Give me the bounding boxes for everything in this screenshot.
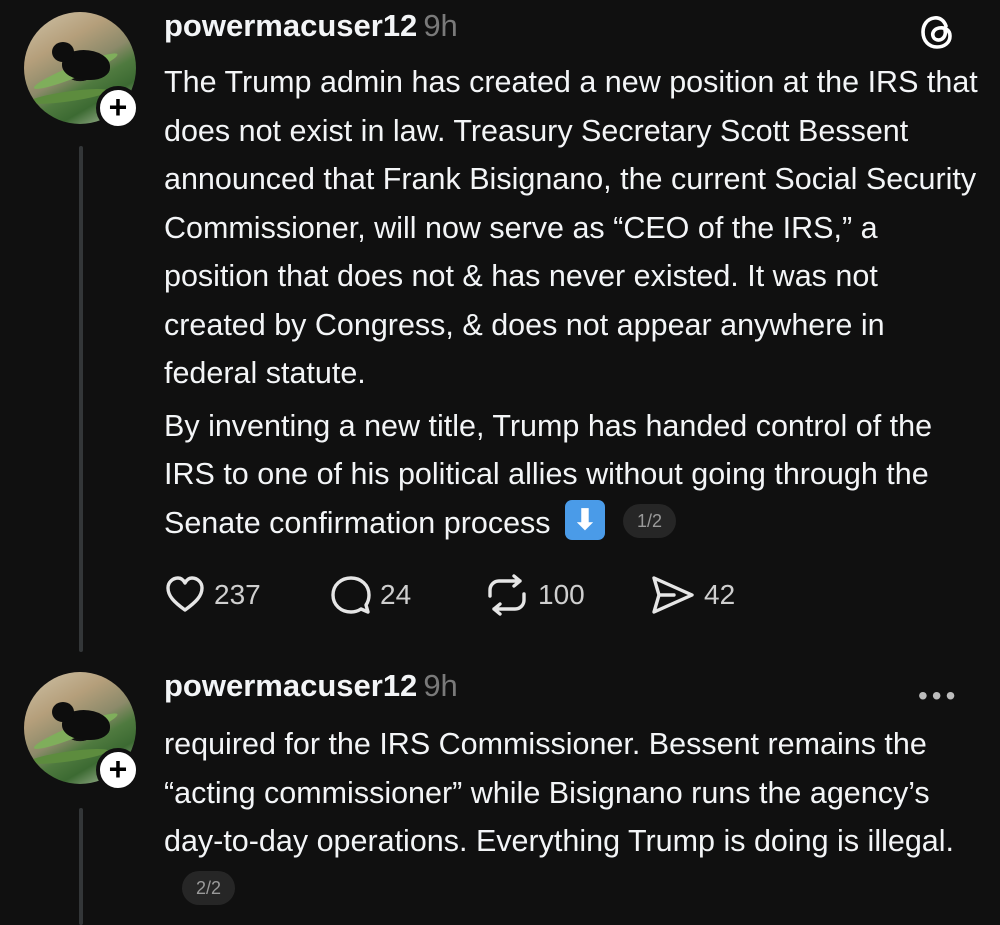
username[interactable]: powermacuser12 [164, 8, 417, 43]
post-paragraph-2: By inventing a new title, Trump has hand… [164, 402, 984, 548]
like-count: 237 [214, 579, 261, 610]
thread-connector-line [79, 146, 83, 652]
follow-plus-icon[interactable]: + [96, 86, 140, 130]
down-arrow-emoji-icon: ⬇ [565, 500, 606, 541]
post-author[interactable]: powermacuser12 9h [164, 668, 458, 704]
share-button[interactable]: 42 [650, 572, 735, 618]
send-icon [652, 576, 694, 614]
post-body: required for the IRS Commissioner. Besse… [164, 720, 984, 914]
post-paragraph-text: required for the IRS Commissioner. Besse… [164, 727, 955, 858]
post-time: 9h [423, 8, 458, 43]
reply-count: 24 [380, 579, 412, 610]
threads-logo-icon[interactable] [916, 10, 960, 54]
post-body: The Trump admin has created a new positi… [164, 58, 984, 547]
username[interactable]: powermacuser12 [164, 668, 417, 703]
post-actions: 237 24 100 42 [164, 572, 864, 618]
thread-post-1: + powermacuser12 9h The Trump admin has c… [0, 0, 1000, 660]
reply-button[interactable]: 24 [330, 572, 411, 618]
repost-button[interactable]: 100 [484, 572, 585, 618]
repost-count: 100 [538, 579, 585, 610]
post-paragraph: The Trump admin has created a new positi… [164, 65, 978, 390]
thread-pager: 1/2 [623, 504, 677, 539]
post-time: 9h [423, 668, 458, 703]
share-count: 42 [704, 579, 736, 610]
thread-connector-line [79, 808, 83, 925]
comment-icon [331, 576, 371, 614]
post-paragraph-text: By inventing a new title, Trump has hand… [164, 408, 933, 540]
like-button[interactable]: 237 [164, 572, 261, 618]
thread-pager: 2/2 [182, 871, 236, 906]
heart-icon [166, 576, 204, 612]
post-author[interactable]: powermacuser12 9h [164, 8, 458, 44]
repost-icon [488, 574, 526, 616]
more-options-icon[interactable]: ••• [918, 680, 959, 712]
follow-plus-icon[interactable]: + [96, 748, 140, 792]
post-paragraph: required for the IRS Commissioner. Besse… [164, 720, 984, 914]
